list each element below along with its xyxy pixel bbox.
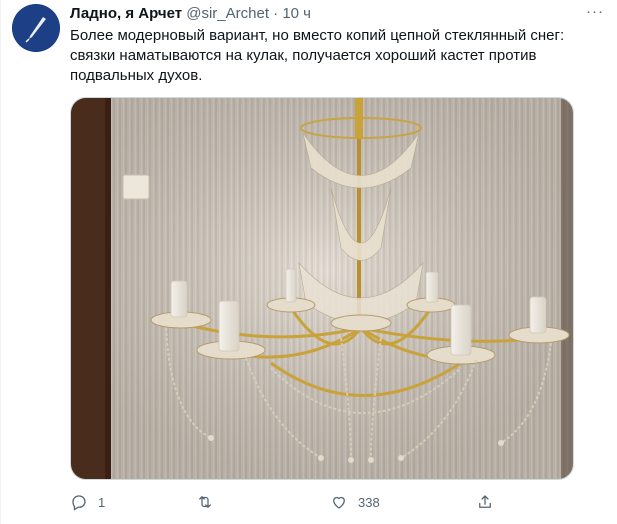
more-icon: ··· (586, 3, 604, 20)
author-handle[interactable]: @sir_Archet (186, 5, 269, 22)
tweet-actions: 1 338 (70, 490, 500, 514)
avatar[interactable] (12, 4, 60, 52)
retweet-button[interactable] (196, 490, 224, 514)
like-button[interactable]: 338 (330, 490, 380, 514)
more-options-button[interactable]: ··· (585, 2, 605, 22)
like-count: 338 (358, 494, 380, 510)
quill-pen-icon (12, 4, 60, 52)
tweet-header: Ладно, я Арчет @sir_Archet · 10 ч (70, 4, 311, 24)
reply-button[interactable]: 1 (70, 490, 105, 514)
tweet-photo[interactable] (70, 97, 574, 480)
reply-count: 1 (98, 494, 106, 510)
author-name[interactable]: Ладно, я Арчет (70, 5, 182, 22)
tweet-time[interactable]: 10 ч (282, 5, 311, 22)
tweet[interactable]: Ладно, я Арчет @sir_Archet · 10 ч ··· Бо… (0, 0, 617, 524)
retweet-icon (199, 496, 211, 508)
share-button[interactable] (476, 490, 494, 514)
share-icon (479, 495, 491, 508)
chandelier-photo (71, 98, 573, 479)
tweet-text: Более модерновый вариант, но вместо копи… (70, 27, 565, 84)
heart-icon (333, 496, 345, 509)
separator: · (273, 5, 279, 22)
reply-icon (72, 495, 86, 511)
